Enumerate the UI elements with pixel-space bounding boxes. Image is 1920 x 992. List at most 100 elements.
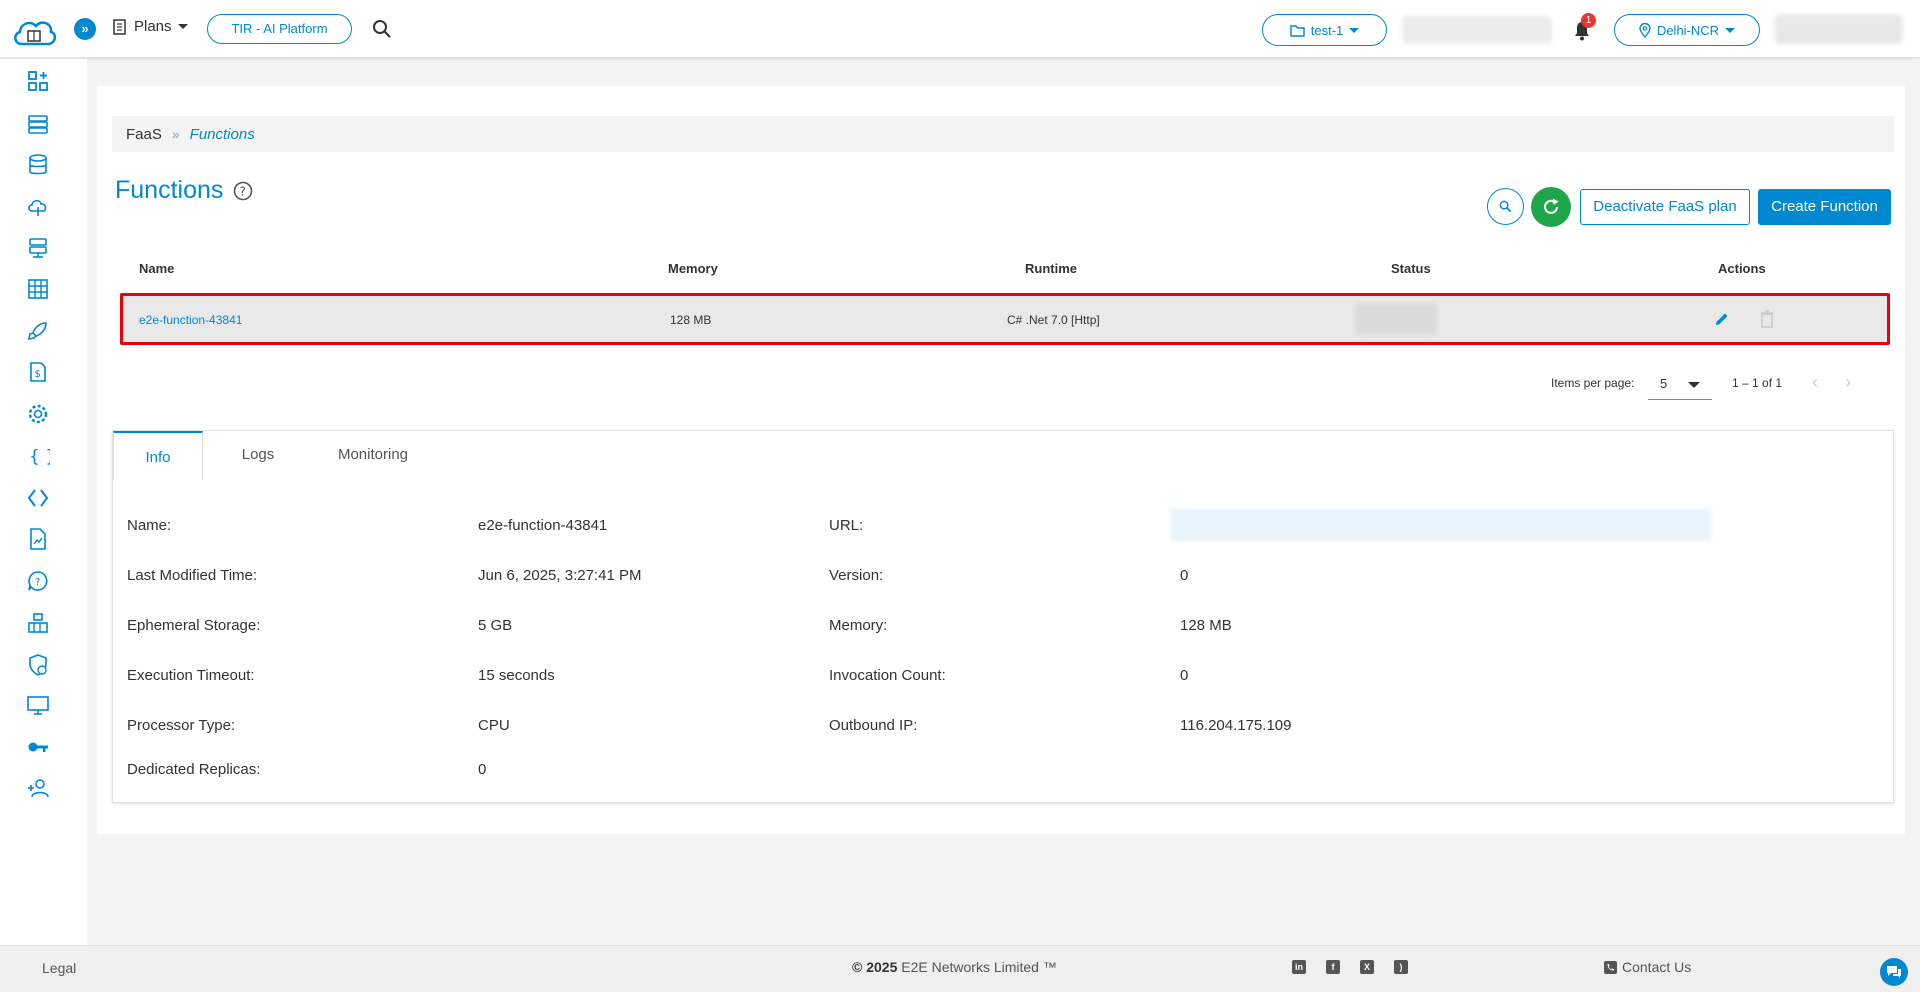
footer: Legal © 2025 E2E Networks Limited ™ in f… bbox=[0, 945, 1920, 992]
create-function-button[interactable]: Create Function bbox=[1758, 189, 1891, 225]
refresh-button[interactable] bbox=[1531, 187, 1571, 227]
x-twitter-icon[interactable]: X bbox=[1360, 960, 1374, 974]
column-header-memory: Memory bbox=[668, 261, 718, 276]
deactivate-faas-plan-button[interactable]: Deactivate FaaS plan bbox=[1580, 189, 1750, 225]
search-icon bbox=[1499, 200, 1512, 213]
code-icon[interactable] bbox=[26, 486, 50, 510]
legal-link[interactable]: Legal bbox=[42, 960, 76, 976]
tab-logs[interactable]: Logs bbox=[223, 431, 293, 479]
column-header-name: Name bbox=[139, 261, 175, 276]
info-value-url-redacted[interactable] bbox=[1171, 509, 1711, 541]
svg-text:{ }: { } bbox=[29, 447, 50, 467]
breadcrumb: FaaS » Functions bbox=[112, 116, 1894, 152]
breadcrumb-separator: » bbox=[171, 126, 180, 142]
billing-icon[interactable]: $ bbox=[26, 360, 50, 384]
chevron-down-icon bbox=[1688, 382, 1700, 388]
storage-server-icon[interactable] bbox=[26, 236, 50, 260]
tir-platform-button[interactable]: TIR - AI Platform bbox=[207, 14, 352, 44]
breadcrumb-faas[interactable]: FaaS bbox=[126, 126, 162, 143]
copyright: © 2025 E2E Networks Limited ™ bbox=[852, 959, 1057, 975]
rss-icon[interactable]: ) bbox=[1394, 960, 1408, 974]
region-selector[interactable]: Delhi-NCR bbox=[1614, 14, 1760, 46]
items-per-page-select[interactable]: 5 bbox=[1648, 370, 1712, 400]
tab-info[interactable]: Info bbox=[113, 431, 203, 480]
server-icon[interactable] bbox=[26, 112, 50, 136]
next-page-icon[interactable]: › bbox=[1845, 372, 1851, 393]
column-header-actions: Actions bbox=[1718, 261, 1766, 276]
support-chat-icon[interactable]: ? bbox=[26, 569, 50, 593]
status-badge bbox=[1355, 303, 1437, 335]
refresh-icon bbox=[1543, 198, 1559, 214]
container-registry-icon[interactable] bbox=[26, 611, 50, 635]
monitor-icon[interactable] bbox=[26, 693, 50, 717]
folder-icon bbox=[1290, 24, 1305, 37]
info-label-url: URL: bbox=[829, 517, 864, 534]
trash-icon[interactable] bbox=[1758, 309, 1776, 329]
braces-icon[interactable]: { } bbox=[26, 444, 50, 468]
top-bar: » Plans TIR - AI Platform test-1 1 Delhi… bbox=[0, 0, 1920, 58]
security-shield-icon[interactable] bbox=[26, 653, 50, 677]
chevron-down-icon bbox=[177, 24, 188, 29]
copyright-year: © 2025 bbox=[852, 959, 898, 975]
gear-icon[interactable] bbox=[26, 402, 50, 426]
contact-us-label: Contact Us bbox=[1622, 959, 1692, 975]
info-label-memory: Memory: bbox=[829, 617, 888, 634]
info-value-name: e2e-function-43841 bbox=[478, 517, 608, 534]
dashboard-icon[interactable] bbox=[26, 69, 50, 93]
document-chart-icon[interactable] bbox=[26, 527, 50, 551]
page-title-text: Functions bbox=[115, 176, 224, 204]
info-value-last-modified: Jun 6, 2025, 3:27:41 PM bbox=[478, 567, 642, 584]
info-value-dedicated-replicas: 0 bbox=[478, 761, 487, 778]
function-details-panel: Info Logs Monitoring Name: e2e-function-… bbox=[112, 430, 1894, 803]
column-header-status: Status bbox=[1391, 261, 1431, 276]
pagination-range: 1 – 1 of 1 bbox=[1732, 376, 1783, 390]
svg-text:$: $ bbox=[35, 369, 41, 380]
redacted-field bbox=[1402, 16, 1552, 44]
redacted-user-menu[interactable] bbox=[1775, 14, 1903, 44]
project-label: test-1 bbox=[1310, 22, 1344, 38]
previous-page-icon[interactable]: ‹ bbox=[1812, 372, 1818, 393]
database-icon[interactable] bbox=[26, 153, 50, 177]
info-value-memory: 128 MB bbox=[1180, 617, 1232, 634]
plans-menu[interactable]: Plans bbox=[112, 18, 188, 35]
facebook-icon[interactable]: f bbox=[1326, 960, 1340, 974]
project-selector[interactable]: test-1 bbox=[1262, 14, 1387, 46]
e2e-cloud-logo-icon[interactable] bbox=[10, 14, 58, 50]
info-label-dedicated-replicas: Dedicated Replicas: bbox=[127, 761, 261, 778]
pencil-icon[interactable] bbox=[1713, 310, 1731, 328]
add-user-icon[interactable] bbox=[26, 776, 50, 800]
contact-us-link[interactable]: Contact Us bbox=[1604, 959, 1691, 975]
key-icon[interactable] bbox=[26, 735, 50, 759]
expand-sidebar-button[interactable]: » bbox=[74, 18, 96, 40]
items-per-page-label: Items per page: bbox=[1551, 376, 1635, 390]
help-icon[interactable]: ? bbox=[233, 181, 253, 201]
function-memory: 128 MB bbox=[670, 313, 712, 327]
linkedin-icon[interactable]: in bbox=[1292, 960, 1306, 974]
copyright-company: E2E Networks Limited ™ bbox=[901, 959, 1057, 975]
phone-icon bbox=[1604, 960, 1617, 974]
rocket-icon[interactable] bbox=[26, 319, 50, 343]
table-row[interactable]: e2e-function-43841 128 MB C# .Net 7.0 [H… bbox=[120, 293, 1890, 345]
plans-icon bbox=[113, 18, 126, 35]
page-title: Functions ? bbox=[115, 176, 253, 205]
chevron-down-icon bbox=[1725, 27, 1736, 33]
search-functions-button[interactable] bbox=[1487, 188, 1524, 225]
region-label: Delhi-NCR bbox=[1656, 22, 1720, 38]
info-label-version: Version: bbox=[829, 567, 884, 584]
info-value-ephemeral-storage: 5 GB bbox=[478, 617, 513, 634]
search-icon[interactable] bbox=[372, 19, 392, 39]
svg-text:?: ? bbox=[35, 577, 40, 588]
tab-monitoring[interactable]: Monitoring bbox=[313, 431, 433, 479]
svg-text:?: ? bbox=[240, 184, 246, 198]
info-label-processor-type: Processor Type: bbox=[127, 717, 236, 734]
chevron-down-icon bbox=[1349, 27, 1360, 33]
notification-badge: 1 bbox=[1581, 13, 1596, 28]
info-value-execution-timeout: 15 seconds bbox=[478, 667, 555, 684]
sidebar: $ { } ? bbox=[0, 59, 87, 945]
grid-table-icon[interactable] bbox=[26, 277, 50, 301]
plans-label: Plans bbox=[134, 18, 172, 35]
info-label-ephemeral-storage: Ephemeral Storage: bbox=[127, 617, 261, 634]
cloud-upload-icon[interactable] bbox=[26, 195, 50, 219]
chat-button[interactable] bbox=[1880, 958, 1908, 986]
function-name-link[interactable]: e2e-function-43841 bbox=[139, 313, 242, 327]
